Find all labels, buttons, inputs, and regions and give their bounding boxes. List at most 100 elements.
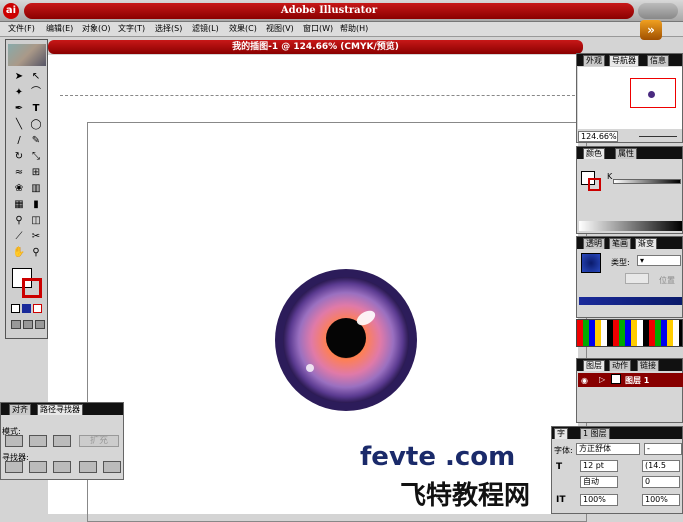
color-mode-icon[interactable] (11, 304, 20, 313)
direct-selection-tool-icon[interactable]: ↖ (28, 70, 44, 84)
navigator-thumbnail (648, 91, 655, 98)
tab-layers[interactable]: 图层 (583, 360, 605, 371)
menu-object[interactable]: 对象(O) (82, 23, 111, 34)
scale-tool-icon[interactable]: ⤡ (28, 150, 44, 164)
layer-name[interactable]: 图层 1 (625, 375, 649, 386)
symbol-sprayer-tool-icon[interactable]: ❀ (11, 182, 27, 196)
crop-icon[interactable] (79, 461, 97, 473)
tab-info[interactable]: 信息 (647, 55, 669, 66)
lasso-tool-icon[interactable]: ⌒ (28, 86, 44, 100)
tab-pathfinder[interactable]: 路径寻找器 (37, 404, 83, 415)
graph-tool-icon[interactable]: ▥ (28, 182, 44, 196)
menu-edit[interactable]: 编辑(E) (46, 23, 73, 34)
blend-tool-icon[interactable]: ◫ (28, 214, 44, 228)
eye-artwork[interactable] (274, 268, 419, 413)
tab-stroke[interactable]: 笔画 (609, 238, 631, 249)
rotate-tool-icon[interactable]: ↻ (11, 150, 27, 164)
color-stroke-swatch[interactable] (588, 178, 601, 191)
menu-help[interactable]: 帮助(H) (340, 23, 368, 34)
zoom-field[interactable]: 124.66% (578, 131, 618, 142)
font-size-field[interactable]: 12 pt (580, 460, 618, 472)
swatches-panel[interactable] (576, 319, 683, 347)
eyedropper-tool-icon[interactable]: ⚲ (11, 214, 27, 228)
horizontal-scale-field[interactable]: 100% (642, 494, 680, 506)
tab-actions[interactable]: 动作 (609, 360, 631, 371)
font-style-select[interactable]: - (644, 443, 682, 455)
vertical-scale-field[interactable]: 100% (580, 494, 618, 506)
ellipse-tool-icon[interactable]: ◯ (28, 118, 44, 132)
intersect-shape-icon[interactable] (53, 435, 71, 447)
tab-color[interactable]: 颜色 (583, 148, 605, 159)
pencil-tool-icon[interactable]: ✎ (28, 134, 44, 148)
menu-effect[interactable]: 效果(C) (229, 23, 257, 34)
menu-file[interactable]: 文件(F) (8, 23, 35, 34)
menu-type[interactable]: 文字(T) (118, 23, 145, 34)
magic-wand-tool-icon[interactable]: ✦ (11, 86, 27, 100)
stroke-swatch[interactable] (22, 278, 42, 298)
tab-transparency[interactable]: 透明 (583, 238, 605, 249)
app-title: Adobe Illustrator (24, 3, 634, 19)
pen-tool-icon[interactable]: ✒ (11, 102, 27, 116)
selection-tool-icon[interactable]: ➤ (11, 70, 27, 84)
gradient-slider[interactable] (579, 297, 682, 305)
leading-field[interactable]: (14.5 (642, 460, 680, 472)
menu-select[interactable]: 选择(S) (155, 23, 182, 34)
expand-button[interactable]: 扩充 (79, 435, 119, 447)
tab-appearance[interactable]: 外观 (583, 55, 605, 66)
divide-icon[interactable] (5, 461, 23, 473)
outline-icon[interactable] (103, 461, 121, 473)
menu-window[interactable]: 窗口(W) (303, 23, 333, 34)
none-mode-icon[interactable] (33, 304, 42, 313)
gradient-mode-icon[interactable] (22, 304, 31, 313)
tab-layer-count[interactable]: 1 图层 (580, 428, 610, 439)
screen-mode-standard-icon[interactable] (11, 320, 21, 329)
watermark-url: fevte .com (360, 442, 516, 472)
menu-bar: 文件(F) 编辑(E) 对象(O) 文字(T) 选择(S) 滤镜(L) 效果(C… (0, 22, 683, 37)
highlight-small (306, 364, 314, 372)
trim-icon[interactable] (29, 461, 47, 473)
color-panel: 颜色 属性 K (576, 146, 683, 234)
font-family-select[interactable]: 方正舒体 (576, 443, 640, 455)
toolbox-header-image (8, 44, 46, 66)
k-slider[interactable] (613, 179, 681, 184)
vertical-scale-icon: IT (556, 495, 566, 505)
kerning-field[interactable]: 自动 (580, 476, 618, 488)
angle-field[interactable] (625, 273, 649, 284)
window-controls[interactable] (638, 3, 678, 19)
zoom-slider[interactable] (639, 136, 677, 137)
type-tool-icon[interactable]: T (28, 102, 44, 116)
subtract-shape-icon[interactable] (29, 435, 47, 447)
slice-tool-icon[interactable]: ⟋ (11, 230, 27, 244)
tab-links[interactable]: 链接 (637, 360, 659, 371)
add-shape-icon[interactable] (5, 435, 23, 447)
font-size-icon: T (556, 462, 563, 472)
warp-tool-icon[interactable]: ≈ (11, 166, 27, 180)
scissors-tool-icon[interactable]: ✂ (28, 230, 44, 244)
tab-align[interactable]: 对齐 (9, 404, 31, 415)
gradient-tool-icon[interactable]: ▮ (28, 198, 44, 212)
menu-view[interactable]: 视图(V) (266, 23, 294, 34)
gradient-type-label: 类型: (611, 258, 630, 267)
visibility-eye-icon[interactable]: ◉ (581, 376, 588, 385)
toolbox: ➤ ↖ ✦ ⌒ ✒ T ╲ ◯ / ✎ ↻ ⤡ ≈ ⊞ ❀ ▥ ▦ ▮ ⚲ ◫ … (5, 39, 48, 339)
k-label: K (607, 172, 613, 181)
zoom-tool-icon[interactable]: ⚲ (28, 246, 44, 260)
tab-character[interactable]: 字 (554, 428, 568, 439)
tab-navigator[interactable]: 导航器 (609, 55, 639, 66)
tab-attributes[interactable]: 属性 (615, 148, 637, 159)
color-spectrum[interactable] (579, 221, 682, 231)
merge-icon[interactable] (53, 461, 71, 473)
menu-filter[interactable]: 滤镜(L) (192, 23, 219, 34)
free-transform-tool-icon[interactable]: ⊞ (28, 166, 44, 180)
tab-gradient[interactable]: 渐变 (635, 238, 657, 249)
gradient-type-select[interactable]: ▾ (637, 255, 681, 266)
collapse-chevron-icon[interactable]: » (640, 20, 662, 40)
screen-mode-full-menu-icon[interactable] (23, 320, 33, 329)
mesh-tool-icon[interactable]: ▦ (11, 198, 27, 212)
brush-tool-icon[interactable]: / (11, 134, 27, 148)
hand-tool-icon[interactable]: ✋ (11, 246, 27, 260)
screen-mode-full-icon[interactable] (35, 320, 45, 329)
line-tool-icon[interactable]: ╲ (11, 118, 27, 132)
expand-triangle-icon[interactable]: ▷ (599, 375, 605, 384)
tracking-field[interactable]: 0 (642, 476, 680, 488)
